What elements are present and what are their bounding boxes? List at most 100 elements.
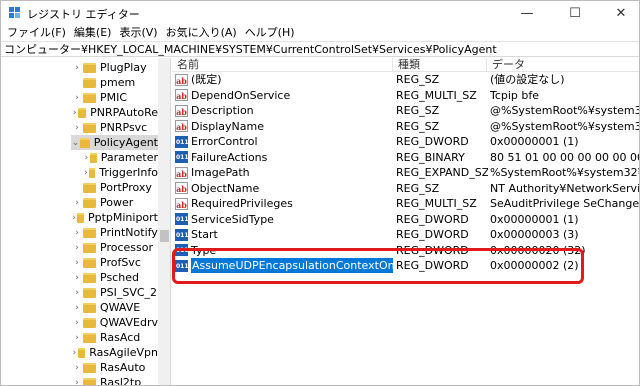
- tree-item[interactable]: › RasAuto: [71, 360, 158, 375]
- value-name: Start: [191, 228, 218, 241]
- close-button[interactable]: ✕: [599, 1, 639, 25]
- tree-item[interactable]: › PSI_SVC_2: [71, 285, 158, 300]
- string-value-icon: ab: [175, 104, 188, 117]
- menu-help[interactable]: ヘルプ(H): [241, 25, 299, 41]
- tree-item[interactable]: pmem: [71, 75, 158, 90]
- chevron-right-icon[interactable]: ›: [71, 363, 83, 373]
- value-row[interactable]: 011 110 FailureActions REG_BINARY 80 51 01 …: [172, 150, 639, 165]
- folder-icon: [88, 167, 96, 178]
- chevron-right-icon[interactable]: ›: [71, 123, 83, 133]
- menu-edit[interactable]: 編集(E): [70, 25, 116, 41]
- tree-item[interactable]: › Psched: [71, 270, 158, 285]
- value-row[interactable]: 011 110 ErrorControl REG_DWORD 0x00000001 (…: [172, 134, 639, 149]
- value-row[interactable]: 011 110 Start REG_DWORD 0x00000003 (3): [172, 227, 639, 242]
- key-tree-pane: › PlugPlay pmem › PMIC › PNRPAutoRe › PNRPsvc ⌄ Po…: [1, 58, 171, 386]
- chevron-down-icon[interactable]: ⌄: [71, 138, 80, 148]
- string-value-icon: ab: [175, 197, 188, 210]
- tree-item[interactable]: › RasAgileVpn: [71, 345, 158, 360]
- tree-item[interactable]: › Parameter: [83, 150, 159, 165]
- value-name-cell: 011 110 FailureActions: [175, 150, 393, 165]
- maximize-button[interactable]: ☐: [553, 1, 597, 25]
- chevron-right-icon[interactable]: ›: [71, 93, 83, 103]
- value-data: SeAuditPrivilege SeChangeNotifyPrivilege: [490, 197, 640, 210]
- tree-item[interactable]: › ProfSvc: [71, 255, 158, 270]
- column-name[interactable]: 名前: [172, 58, 393, 72]
- tree-scrollbar-thumb[interactable]: [160, 230, 169, 242]
- tree-item[interactable]: › PNRPAutoRe: [71, 105, 158, 120]
- menu-view[interactable]: 表示(V): [115, 25, 161, 41]
- value-type: REG_SZ: [396, 73, 440, 86]
- tree-item-label: PrintNotify: [100, 226, 158, 239]
- tree-item[interactable]: › RasAcd: [71, 330, 158, 345]
- folder-icon: [83, 77, 96, 88]
- tree-item[interactable]: PortProxy: [71, 180, 158, 195]
- tree-item[interactable]: ⌄ PolicyAgent: [71, 135, 158, 150]
- chevron-right-icon[interactable]: ›: [71, 108, 78, 118]
- chevron-right-icon[interactable]: ›: [71, 288, 83, 298]
- chevron-right-icon[interactable]: ›: [71, 303, 83, 313]
- menu-file[interactable]: ファイル(F): [3, 25, 70, 41]
- value-type: REG_BINARY: [396, 150, 465, 164]
- folder-icon: [83, 272, 96, 283]
- chevron-right-icon[interactable]: ›: [71, 318, 83, 328]
- tree-item[interactable]: › QWAVE: [71, 300, 158, 315]
- string-value-icon: ab: [175, 89, 188, 101]
- chevron-right-icon[interactable]: ›: [83, 168, 89, 178]
- value-data: 0x00000001 (1): [490, 212, 579, 226]
- tree-item[interactable]: › Processor: [71, 240, 158, 255]
- value-row[interactable]: ab ImagePath REG_EXPAND_SZ %SystemRoot%¥sys…: [172, 165, 639, 180]
- minimize-button[interactable]: —: [505, 1, 549, 25]
- address-bar[interactable]: コンピューター¥HKEY_LOCAL_MACHINE¥SYSTEM¥Curren…: [1, 41, 639, 57]
- chevron-right-icon[interactable]: ›: [71, 273, 83, 283]
- value-row[interactable]: ab RequiredPrivileges REG_MULTI_SZ SeAuditP…: [172, 196, 640, 211]
- tree-item[interactable]: › TriggerInfo: [83, 165, 158, 180]
- value-type: REG_DWORD: [396, 135, 469, 148]
- value-type: REG_SZ: [396, 119, 440, 133]
- tree-item-label: Rasl2tp: [100, 376, 142, 386]
- value-row[interactable]: ab Description REG_SZ @%SystemRoot%¥system3…: [172, 103, 639, 118]
- tree-item[interactable]: › Rasl2tp: [71, 375, 158, 386]
- tree-item[interactable]: › QWAVEdrv: [71, 315, 158, 330]
- chevron-right-icon[interactable]: ›: [83, 153, 90, 163]
- chevron-right-icon[interactable]: ›: [71, 243, 83, 253]
- chevron-right-icon[interactable]: ›: [71, 228, 83, 238]
- chevron-right-icon[interactable]: ›: [71, 333, 83, 343]
- folder-icon: [89, 152, 97, 163]
- value-type: REG_EXPAND_SZ: [396, 166, 488, 179]
- value-row[interactable]: ab DependOnService REG_MULTI_SZ Tcpip bfe: [172, 88, 639, 103]
- value-row[interactable]: ab ObjectName REG_SZ NT Authority¥NetworkSe…: [172, 181, 639, 196]
- folder-icon: [78, 107, 87, 118]
- value-name-cell: 011 110 ErrorControl: [175, 134, 393, 149]
- tree-item[interactable]: › PlugPlay: [71, 60, 158, 75]
- chevron-right-icon[interactable]: ›: [71, 378, 83, 386]
- folder-icon: [83, 257, 96, 268]
- value-name-cell: ab Description: [175, 103, 393, 118]
- value-name: RequiredPrivileges: [191, 197, 293, 210]
- tree-item-label: Power: [100, 196, 134, 209]
- tree-item[interactable]: › PrintNotify: [71, 225, 158, 240]
- tree-item[interactable]: › PMIC: [71, 90, 158, 105]
- value-row[interactable]: 011 110 ServiceSidType REG_DWORD 0x00000001…: [172, 212, 639, 227]
- folder-icon: [83, 227, 96, 238]
- column-type[interactable]: 種類: [393, 58, 487, 72]
- value-name: FailureActions: [191, 150, 268, 164]
- menu-bar: ファイル(F) 編集(E) 表示(V) お気に入り(A) ヘルプ(H): [1, 25, 639, 41]
- tree-item[interactable]: › PNRPsvc: [71, 120, 158, 135]
- tree-item-label: RasAuto: [100, 361, 146, 374]
- chevron-right-icon[interactable]: ›: [71, 258, 83, 268]
- value-row[interactable]: ab DisplayName REG_SZ @%SystemRoot%¥system3…: [172, 119, 639, 134]
- tree-item[interactable]: › PptpMiniport: [71, 210, 158, 225]
- chevron-right-icon[interactable]: ›: [71, 198, 83, 208]
- menu-favorites[interactable]: お気に入り(A): [162, 25, 241, 41]
- folder-icon: [83, 182, 96, 193]
- value-data: 0x00000001 (1): [490, 135, 579, 148]
- tree-item-label: Processor: [100, 241, 153, 254]
- tree-item[interactable]: › Power: [71, 195, 158, 210]
- tree-scrollbar[interactable]: [158, 58, 170, 385]
- chevron-right-icon[interactable]: ›: [71, 63, 83, 73]
- value-row[interactable]: ab (既定) REG_SZ (値の設定なし): [172, 72, 639, 87]
- folder-icon: [83, 92, 96, 103]
- string-value-icon: ab: [175, 166, 188, 179]
- chevron-right-icon[interactable]: ›: [71, 348, 78, 358]
- column-data[interactable]: データ: [487, 58, 639, 72]
